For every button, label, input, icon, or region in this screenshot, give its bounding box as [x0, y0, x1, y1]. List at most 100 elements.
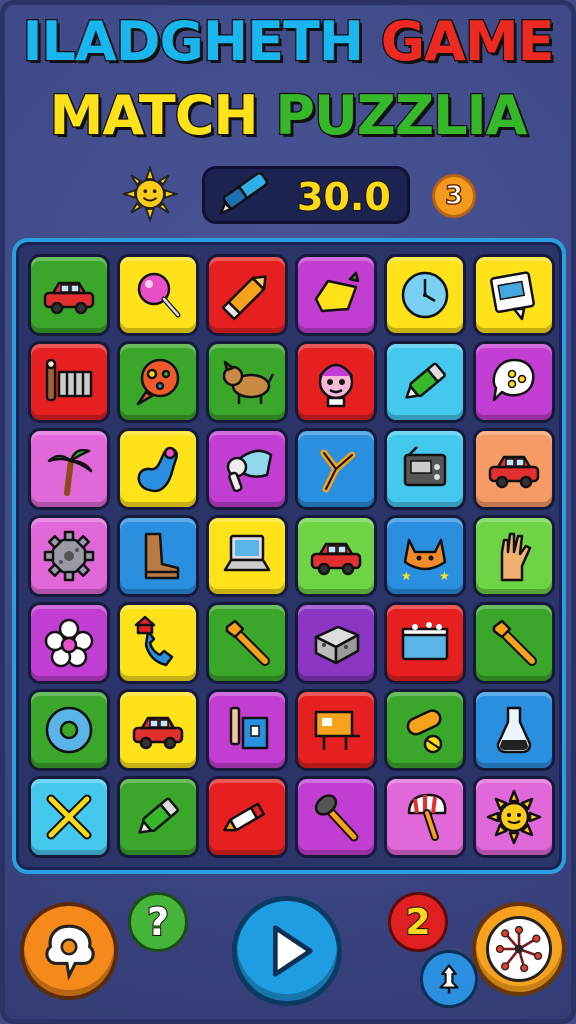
- board-tile[interactable]: [117, 254, 199, 336]
- hint-count-button[interactable]: 2: [388, 892, 448, 952]
- board-tile[interactable]: [473, 776, 555, 858]
- board-tile[interactable]: [295, 428, 377, 510]
- level-badge[interactable]: 3: [432, 174, 476, 218]
- tile-grid: ★ ★: [28, 254, 555, 858]
- score-panel: 30.0: [202, 166, 410, 224]
- board-tile[interactable]: [295, 515, 377, 597]
- doll-icon: [318, 363, 354, 408]
- board-tile[interactable]: [28, 515, 110, 597]
- board-tile[interactable]: [28, 428, 110, 510]
- burst-icon: [495, 925, 543, 973]
- lollipop-icon: [137, 272, 181, 318]
- board-tile[interactable]: [117, 341, 199, 423]
- svg-text:★: ★: [439, 569, 450, 583]
- blob-icon: [137, 446, 179, 493]
- board-tile[interactable]: [384, 776, 466, 858]
- phone-icon: [134, 615, 174, 667]
- board-tile[interactable]: [295, 776, 377, 858]
- crayon-icon: [221, 275, 267, 321]
- marker-icon: [218, 173, 268, 216]
- board-tile[interactable]: [206, 776, 288, 858]
- play-button[interactable]: [232, 896, 342, 1006]
- board-tile[interactable]: [384, 689, 466, 771]
- sun-icon: [486, 789, 542, 845]
- cat-icon: ★ ★: [401, 538, 450, 583]
- crossed-bones-icon: [46, 794, 92, 840]
- board-tile[interactable]: [28, 341, 110, 423]
- board-tile[interactable]: [206, 602, 288, 684]
- board-tile[interactable]: [473, 428, 555, 510]
- burst-button[interactable]: [472, 902, 566, 996]
- palm-tree-icon: [47, 448, 93, 496]
- help-button[interactable]: ?: [128, 892, 188, 952]
- board-tile[interactable]: [295, 689, 377, 771]
- donut-icon: [45, 706, 93, 754]
- score-value: 30.0: [296, 174, 392, 220]
- board-tile[interactable]: [295, 341, 377, 423]
- title-word-4: PUZZLIA: [274, 84, 529, 147]
- board-tile[interactable]: [117, 428, 199, 510]
- board-tile[interactable]: [206, 341, 288, 423]
- glove-icon: [500, 532, 532, 582]
- board-tile[interactable]: [295, 602, 377, 684]
- help-label: ?: [146, 900, 170, 944]
- board-tile[interactable]: [384, 341, 466, 423]
- wrench-icon: [492, 619, 537, 666]
- ice-cream-icon: [407, 793, 447, 841]
- svg-text:★: ★: [401, 569, 412, 583]
- dog-icon: [222, 360, 275, 404]
- picture-card-icon: [490, 271, 535, 321]
- flask-icon: [496, 706, 532, 754]
- radio-icon: [403, 446, 447, 487]
- boot-icon: [144, 532, 180, 580]
- tub-icon: [401, 622, 449, 661]
- board-tile[interactable]: [384, 428, 466, 510]
- pin-button[interactable]: [420, 950, 478, 1008]
- lemon-icon: [314, 271, 360, 313]
- board-tile[interactable]: [295, 254, 377, 336]
- board-tile[interactable]: [117, 776, 199, 858]
- board-tile[interactable]: [28, 254, 110, 336]
- board-tile[interactable]: [473, 341, 555, 423]
- hair-dryer-icon: [226, 449, 273, 493]
- game-title-line-1: ILADGHETH GAME: [0, 10, 576, 73]
- title-word-3: MATCH: [48, 84, 276, 147]
- car-icon: [43, 281, 95, 315]
- gear-icon: [43, 530, 95, 582]
- title-word-2: GAME: [380, 10, 556, 73]
- play-icon: [273, 925, 313, 977]
- board-tile[interactable]: [206, 515, 288, 597]
- balloon-icon: [45, 924, 95, 981]
- pen-icon: [223, 802, 266, 832]
- board-tile[interactable]: [206, 254, 288, 336]
- sign-icon: [314, 710, 360, 750]
- board-tile[interactable]: [28, 602, 110, 684]
- pencil-box-icon: [229, 706, 269, 750]
- wrench-icon: [225, 619, 270, 666]
- board-tile[interactable]: ★ ★: [384, 515, 466, 597]
- board-tile[interactable]: [473, 602, 555, 684]
- board-tile[interactable]: [473, 515, 555, 597]
- board-tile[interactable]: [206, 428, 288, 510]
- board-tile[interactable]: [384, 602, 466, 684]
- board-tile[interactable]: [206, 689, 288, 771]
- balloon-icon: [136, 358, 180, 406]
- board-tile[interactable]: [117, 602, 199, 684]
- speech-bubble-icon: [492, 358, 535, 402]
- car-icon: [132, 716, 184, 750]
- pipe-icon: [406, 709, 443, 754]
- board-tile[interactable]: [384, 254, 466, 336]
- title-word-1: ILADGHETH: [21, 10, 381, 73]
- car-icon: [488, 455, 540, 489]
- board-tile[interactable]: [473, 689, 555, 771]
- board-tile[interactable]: [117, 689, 199, 771]
- slingshot-icon: [320, 449, 356, 493]
- flower-icon: [44, 618, 94, 668]
- marker-icon: [138, 797, 179, 834]
- hammer-icon: [314, 794, 359, 842]
- board-tile[interactable]: [117, 515, 199, 597]
- balloon-button[interactable]: [20, 902, 118, 1000]
- board-tile[interactable]: [28, 689, 110, 771]
- board-tile[interactable]: [473, 254, 555, 336]
- board-tile[interactable]: [28, 776, 110, 858]
